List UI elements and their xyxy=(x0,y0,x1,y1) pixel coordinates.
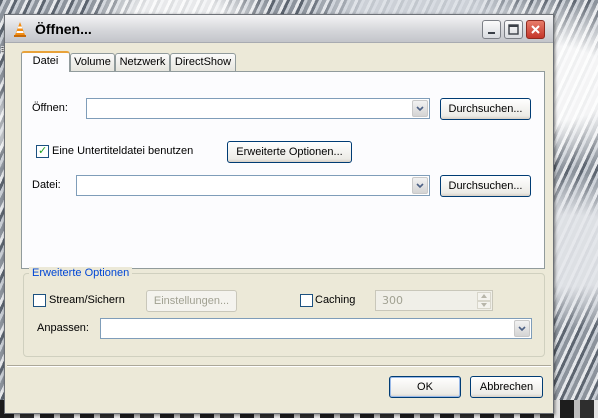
open-dialog: Öffnen... Datei Volume Netzwerk DirectSh… xyxy=(4,14,554,414)
advanced-options-group-title: Erweiterte Optionen xyxy=(29,267,133,279)
cancel-button[interactable]: Abbrechen xyxy=(470,376,543,398)
subtitle-checkbox[interactable]: ✓ xyxy=(36,144,49,158)
footer-separator xyxy=(7,365,551,367)
maximize-icon xyxy=(508,24,519,35)
open-label: Öffnen: xyxy=(32,102,68,114)
minimize-button[interactable] xyxy=(482,20,501,39)
tab-datei[interactable]: Datei xyxy=(21,51,70,72)
ok-button[interactable]: OK xyxy=(389,376,461,398)
caching-checkbox-label[interactable]: Caching xyxy=(315,294,355,306)
browse-button[interactable]: Durchsuchen... xyxy=(440,98,531,120)
file-label: Datei: xyxy=(32,179,61,191)
close-button[interactable] xyxy=(526,20,545,39)
chevron-down-icon xyxy=(518,325,526,331)
caching-checkbox[interactable] xyxy=(300,294,313,307)
minimize-icon xyxy=(487,31,495,34)
open-dropdown-button[interactable] xyxy=(412,100,428,117)
spin-up-icon[interactable] xyxy=(477,292,491,301)
file-combobox[interactable] xyxy=(76,175,430,196)
checkmark-icon: ✓ xyxy=(38,144,48,157)
close-icon xyxy=(531,25,540,34)
chevron-down-icon xyxy=(416,182,424,188)
settings-button[interactable]: Einstellungen... xyxy=(146,290,237,312)
browse-subtitle-button[interactable]: Durchsuchen... xyxy=(440,175,531,197)
stream-checkbox[interactable] xyxy=(33,294,46,307)
spin-down-icon[interactable] xyxy=(477,300,491,309)
customize-label: Anpassen: xyxy=(37,322,89,334)
tab-netzwerk[interactable]: Netzwerk xyxy=(115,53,170,71)
datei-tab-panel: Öffnen: Durchsuchen... ✓ Eine Untertitel… xyxy=(21,71,545,269)
advanced-options-button[interactable]: Erweiterte Optionen... xyxy=(227,141,352,163)
tab-volume[interactable]: Volume xyxy=(70,53,115,71)
chevron-down-icon xyxy=(416,105,424,111)
subtitle-checkbox-label[interactable]: Eine Untertiteldatei benutzen xyxy=(52,145,193,157)
caching-spinbox[interactable]: 300 xyxy=(375,290,493,311)
advanced-options-group xyxy=(23,273,545,357)
tab-directshow[interactable]: DirectShow xyxy=(170,53,236,71)
caching-value: 300 xyxy=(382,294,403,307)
title-bar[interactable]: Öffnen... xyxy=(5,15,553,43)
stream-checkbox-label[interactable]: Stream/Sichern xyxy=(49,294,125,306)
open-combobox[interactable] xyxy=(86,98,430,119)
vlc-cone-icon xyxy=(14,22,26,37)
customize-combobox[interactable] xyxy=(100,318,532,339)
maximize-button[interactable] xyxy=(504,20,523,39)
file-dropdown-button[interactable] xyxy=(412,177,428,194)
window-title: Öffnen... xyxy=(35,21,92,37)
caching-spin-arrows[interactable] xyxy=(477,292,491,309)
customize-dropdown-button[interactable] xyxy=(514,320,530,337)
